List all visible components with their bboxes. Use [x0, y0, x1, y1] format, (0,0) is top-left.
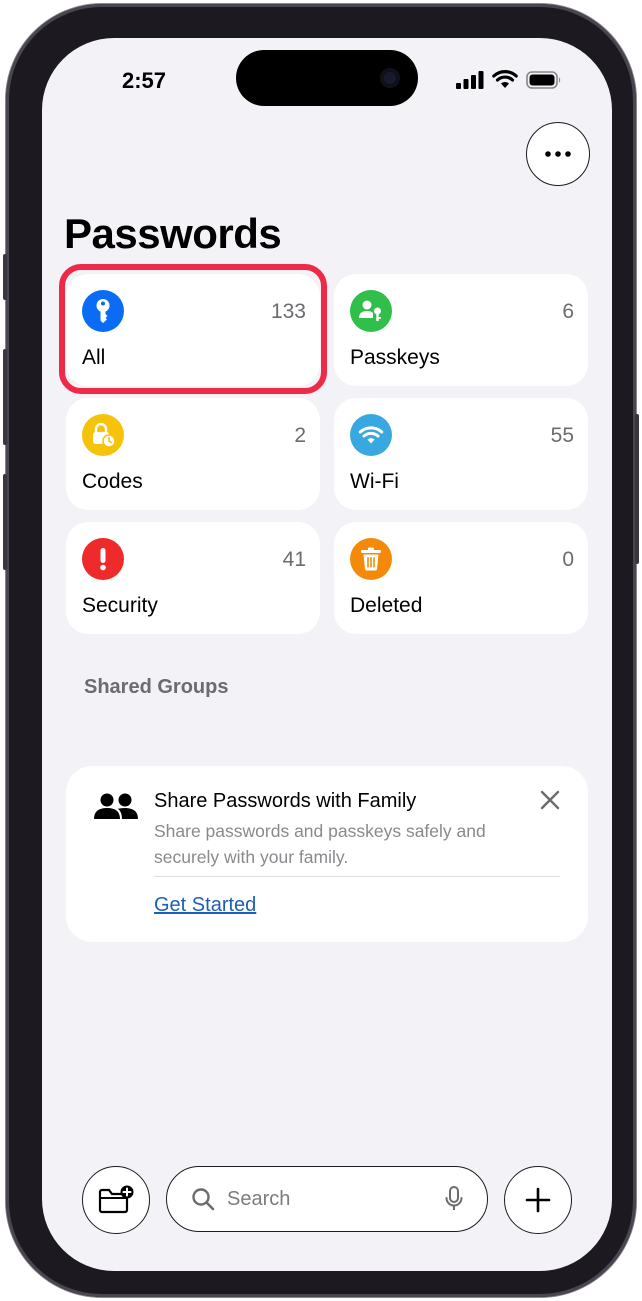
power-button	[635, 414, 639, 564]
category-count: 0	[562, 548, 574, 571]
share-card-heading: Share Passwords with Family	[154, 790, 417, 812]
wifi-icon	[358, 426, 384, 444]
category-icon-bg	[350, 538, 392, 580]
category-label: Deleted	[350, 594, 423, 617]
search-bar[interactable]	[166, 1166, 488, 1232]
page-title: Passwords	[64, 210, 282, 257]
folder-plus-icon	[98, 1185, 134, 1214]
dynamic-island	[236, 50, 418, 106]
search-icon	[192, 1188, 215, 1211]
category-card-passkeys[interactable]: 6 Passkeys	[334, 274, 588, 386]
category-card-all[interactable]: 133 All	[59, 264, 327, 394]
category-label: Wi-Fi	[350, 470, 399, 493]
category-label: Codes	[82, 470, 143, 493]
ellipsis-icon	[545, 151, 571, 157]
add-button[interactable]	[504, 1166, 572, 1234]
phone-frame: 2:57 Passwords 133 All 6 Passkeys 2 Code…	[3, 4, 639, 1297]
category-icon-bg	[350, 414, 392, 456]
category-label: Passkeys	[350, 346, 440, 369]
category-label: Security	[82, 594, 158, 617]
camera	[380, 68, 400, 88]
trash-icon	[361, 547, 381, 571]
wifi-status-icon	[492, 70, 518, 88]
category-icon-bg	[82, 538, 124, 580]
key-icon	[96, 299, 110, 323]
category-count: 41	[282, 548, 306, 571]
person-key-icon	[359, 300, 381, 321]
category-count: 2	[294, 424, 306, 447]
status-icons	[456, 70, 562, 89]
screen: 2:57 Passwords 133 All 6 Passkeys 2 Code…	[42, 38, 612, 1271]
get-started-link[interactable]: Get Started	[154, 894, 256, 917]
volume-down-button	[3, 474, 7, 570]
more-options-button[interactable]	[526, 122, 590, 186]
category-label: All	[82, 346, 106, 369]
bottom-toolbar	[42, 1164, 612, 1236]
new-group-button[interactable]	[82, 1166, 150, 1234]
category-count: 55	[550, 424, 574, 447]
category-card-security[interactable]: 41 Security	[66, 522, 320, 634]
shared-groups-title: Shared Groups	[84, 676, 229, 698]
divider	[154, 876, 560, 877]
share-family-card: Share Passwords with Family Share passwo…	[66, 766, 588, 942]
category-icon-bg	[82, 290, 124, 332]
close-icon[interactable]	[540, 790, 560, 810]
category-count: 6	[562, 300, 574, 323]
battery-icon	[526, 70, 561, 89]
category-count: 133	[270, 300, 306, 323]
category-icon-bg	[350, 290, 392, 332]
people-icon	[94, 793, 138, 819]
lock-clock-icon	[93, 422, 116, 448]
status-time: 2:57	[122, 68, 167, 93]
category-icon-bg	[82, 414, 124, 456]
plus-icon	[525, 1187, 551, 1213]
category-card-wifi[interactable]: 55 Wi-Fi	[334, 398, 588, 510]
share-card-description: Share passwords and passkeys safely and …	[154, 821, 486, 867]
signal-icon	[456, 70, 484, 89]
category-card-codes[interactable]: 2 Codes	[66, 398, 320, 510]
exclamation-icon	[100, 548, 106, 571]
search-input[interactable]	[227, 1187, 417, 1211]
microphone-icon[interactable]	[445, 1186, 463, 1212]
category-card-deleted[interactable]: 0 Deleted	[334, 522, 588, 634]
volume-up-button	[3, 349, 7, 445]
action-button	[3, 254, 7, 300]
